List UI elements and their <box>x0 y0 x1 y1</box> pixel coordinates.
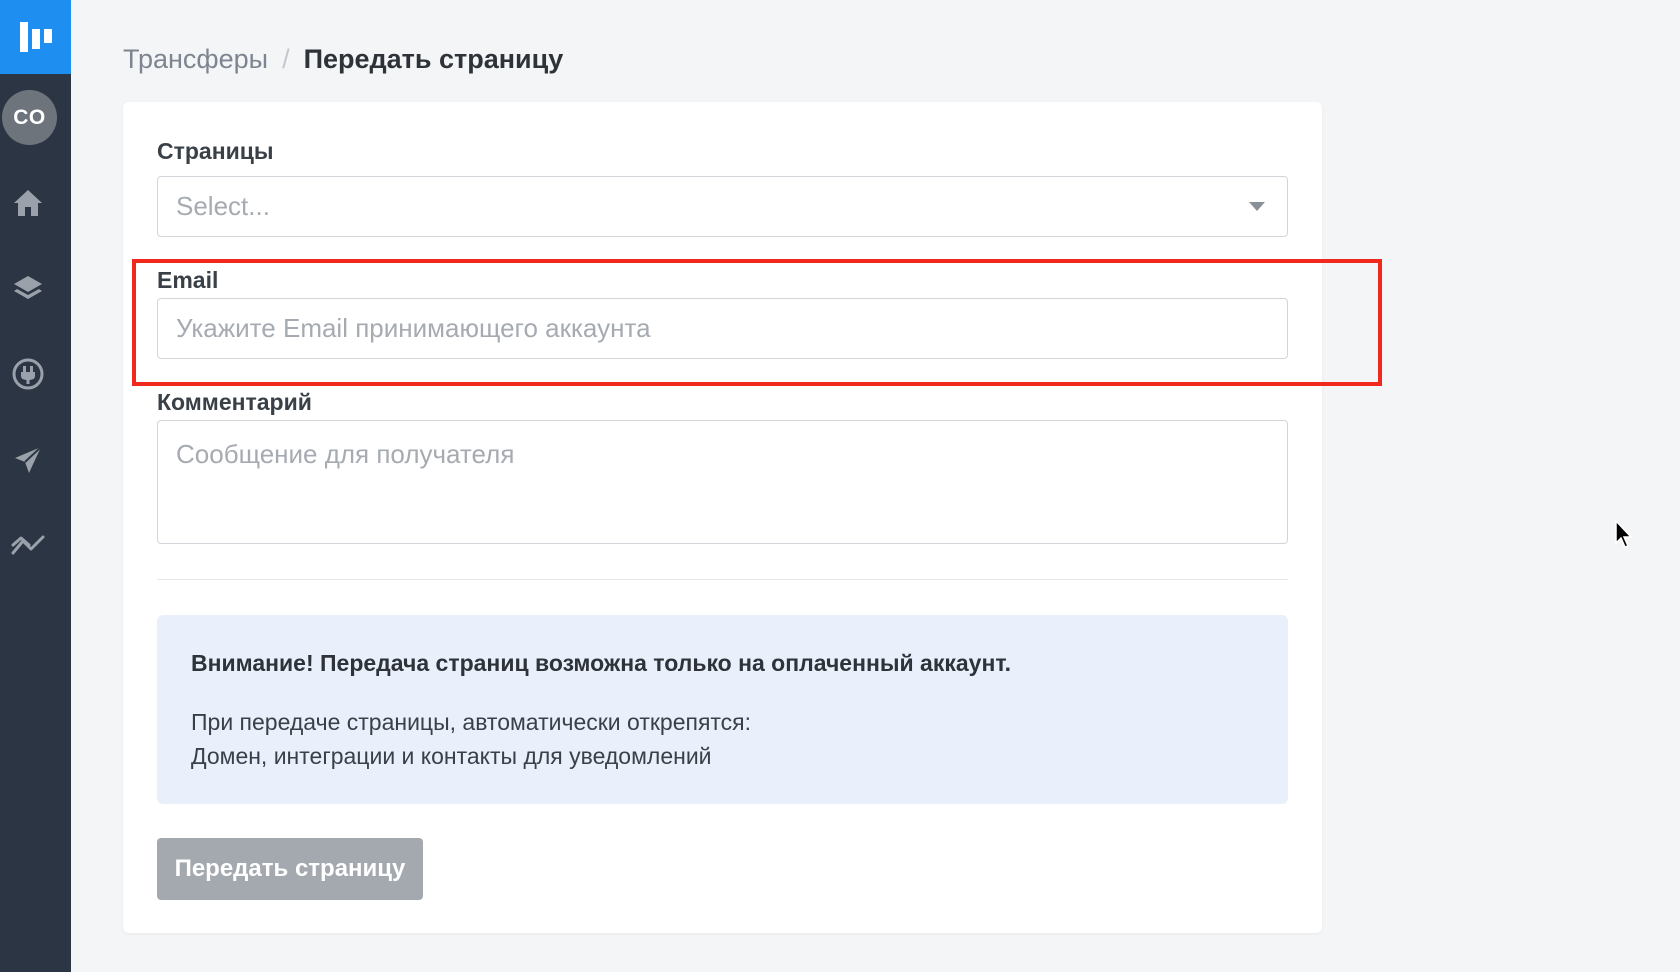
notice-line-2: Домен, интеграции и контакты для уведомл… <box>191 743 712 769</box>
page-title: Передать страницу <box>303 44 564 74</box>
pages-select[interactable]: Select... <box>157 176 1288 237</box>
transfer-form-card: Страницы Select... Email Комментарий Вни… <box>123 102 1322 933</box>
breadcrumb-separator: / <box>282 44 290 74</box>
transfer-page-button[interactable]: Передать страницу <box>157 838 423 900</box>
avatar-initials: CO <box>13 105 46 129</box>
pages-label: Страницы <box>157 138 274 164</box>
send-icon[interactable] <box>8 440 48 480</box>
breadcrumb-transfers-link[interactable]: Трансферы <box>123 44 268 75</box>
notice-title: Внимание! Передача страниц возможна толь… <box>191 650 1011 676</box>
brand-logo-icon[interactable] <box>0 0 71 74</box>
analytics-icon[interactable] <box>8 525 48 565</box>
warning-notice: Внимание! Передача страниц возможна толь… <box>157 615 1288 804</box>
notice-line-1: При передаче страницы, автоматически отк… <box>191 709 752 735</box>
comment-label: Комментарий <box>157 389 312 415</box>
breadcrumb: Трансферы / Передать страницу <box>123 44 563 75</box>
chevron-down-icon <box>1249 202 1265 211</box>
pages-select-placeholder: Select... <box>176 191 270 221</box>
plug-icon[interactable] <box>8 354 48 394</box>
comment-textarea[interactable] <box>157 420 1288 544</box>
mouse-cursor-icon <box>1614 519 1634 554</box>
email-field[interactable] <box>157 298 1288 359</box>
email-label: Email <box>157 267 219 293</box>
avatar[interactable]: CO <box>2 90 57 145</box>
layers-icon[interactable] <box>8 268 48 308</box>
divider <box>157 579 1288 580</box>
home-icon[interactable] <box>8 183 48 223</box>
sidebar: CO <box>0 0 71 972</box>
